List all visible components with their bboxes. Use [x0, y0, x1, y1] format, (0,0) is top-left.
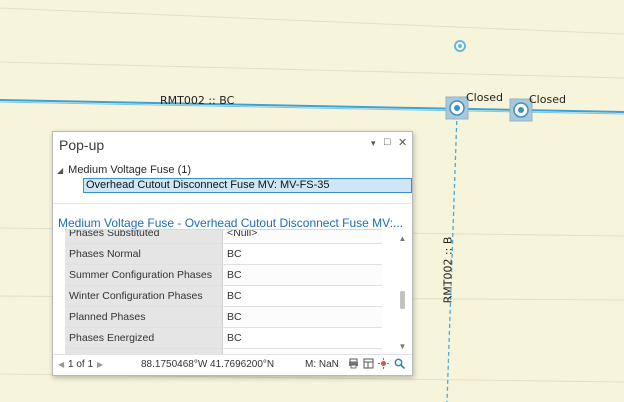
- attribute-field-name: Summer Configuration Phases: [65, 264, 223, 286]
- attribute-field-name: Winter Configuration Phases: [65, 285, 223, 307]
- coordinate-readout: 88.1750468°W 41.7696200°N: [141, 359, 275, 370]
- scroll-down-icon[interactable]: ▼: [396, 342, 409, 352]
- divider: [53, 203, 412, 204]
- tree-selected-item[interactable]: Overhead Cutout Disconnect Fuse MV: MV-F…: [83, 178, 412, 193]
- print-icon[interactable]: [348, 358, 359, 369]
- popup-title: Pop-up: [59, 137, 105, 153]
- flash-feature-icon[interactable]: [378, 358, 389, 369]
- attribute-row[interactable]: Winter Configuration Phases BC: [65, 285, 382, 307]
- point-feature[interactable]: [454, 40, 466, 52]
- maximize-icon[interactable]: □: [384, 136, 391, 148]
- popup-status-bar: ◀ 1 of 1 ▶ 88.1750468°W 41.7696200°N M: …: [53, 354, 412, 375]
- attribute-field-name: Planned Phases: [65, 306, 223, 328]
- m-value-readout: M: NaN: [305, 359, 339, 370]
- attribute-field-value[interactable]: BC: [222, 306, 382, 328]
- device-status-label-1: Closed: [466, 91, 503, 104]
- attribute-field-value[interactable]: BC: [222, 243, 382, 265]
- previous-feature-icon[interactable]: ◀: [58, 360, 64, 369]
- feature-title: Medium Voltage Fuse - Overhead Cutout Di…: [58, 216, 404, 230]
- fuse-device-1[interactable]: [445, 96, 469, 120]
- tree-group-node[interactable]: ◢ Medium Voltage Fuse (1): [57, 164, 191, 176]
- attribute-table: Phases Substituted <Null> Phases Normal BC S…: [65, 229, 382, 354]
- attribute-row[interactable]: Phases Substituted <Null>: [65, 230, 382, 244]
- device-status-label-2: Closed: [529, 93, 566, 106]
- attribute-row[interactable]: Planned Phases BC: [65, 306, 382, 328]
- next-feature-icon[interactable]: ▶: [97, 360, 103, 369]
- menu-dropdown-icon[interactable]: ▾: [371, 138, 376, 149]
- attribute-row[interactable]: Phases Energized BC: [65, 327, 382, 349]
- page-indicator: 1 of 1: [68, 359, 94, 370]
- attribute-table-icon[interactable]: [363, 358, 374, 369]
- popup-window[interactable]: Pop-up ▾ □ ✕ ◢ Medium Voltage Fuse (1) Ov…: [52, 131, 413, 376]
- close-icon[interactable]: ✕: [398, 136, 407, 149]
- attribute-field-value[interactable]: BC: [222, 327, 382, 349]
- scroll-thumb[interactable]: [400, 291, 405, 309]
- attribute-field-value[interactable]: BC: [222, 264, 382, 286]
- attribute-field-value[interactable]: BC: [222, 285, 382, 307]
- scroll-up-icon[interactable]: ▲: [396, 234, 409, 244]
- attribute-field-value[interactable]: <Null>: [222, 230, 382, 244]
- attribute-row[interactable]: Phases Normal BC: [65, 243, 382, 265]
- attribute-scrollbar[interactable]: ▲ ▼: [396, 232, 409, 352]
- popup-titlebar[interactable]: Pop-up ▾ □ ✕: [53, 132, 412, 156]
- attribute-field-name: Phases Substituted: [65, 230, 223, 244]
- line-label-horizontal: RMT002 :: BC: [160, 94, 235, 107]
- collapse-triangle-icon[interactable]: ◢: [57, 166, 63, 175]
- tree-group-label: Medium Voltage Fuse (1): [68, 164, 192, 176]
- attribute-field-name: Phases Normal: [65, 243, 223, 265]
- zoom-to-icon[interactable]: [394, 358, 405, 369]
- line-label-vertical: RMT002 :: B: [441, 236, 455, 304]
- attribute-field-name: Phases Energized: [65, 327, 223, 349]
- attribute-row[interactable]: Summer Configuration Phases BC: [65, 264, 382, 286]
